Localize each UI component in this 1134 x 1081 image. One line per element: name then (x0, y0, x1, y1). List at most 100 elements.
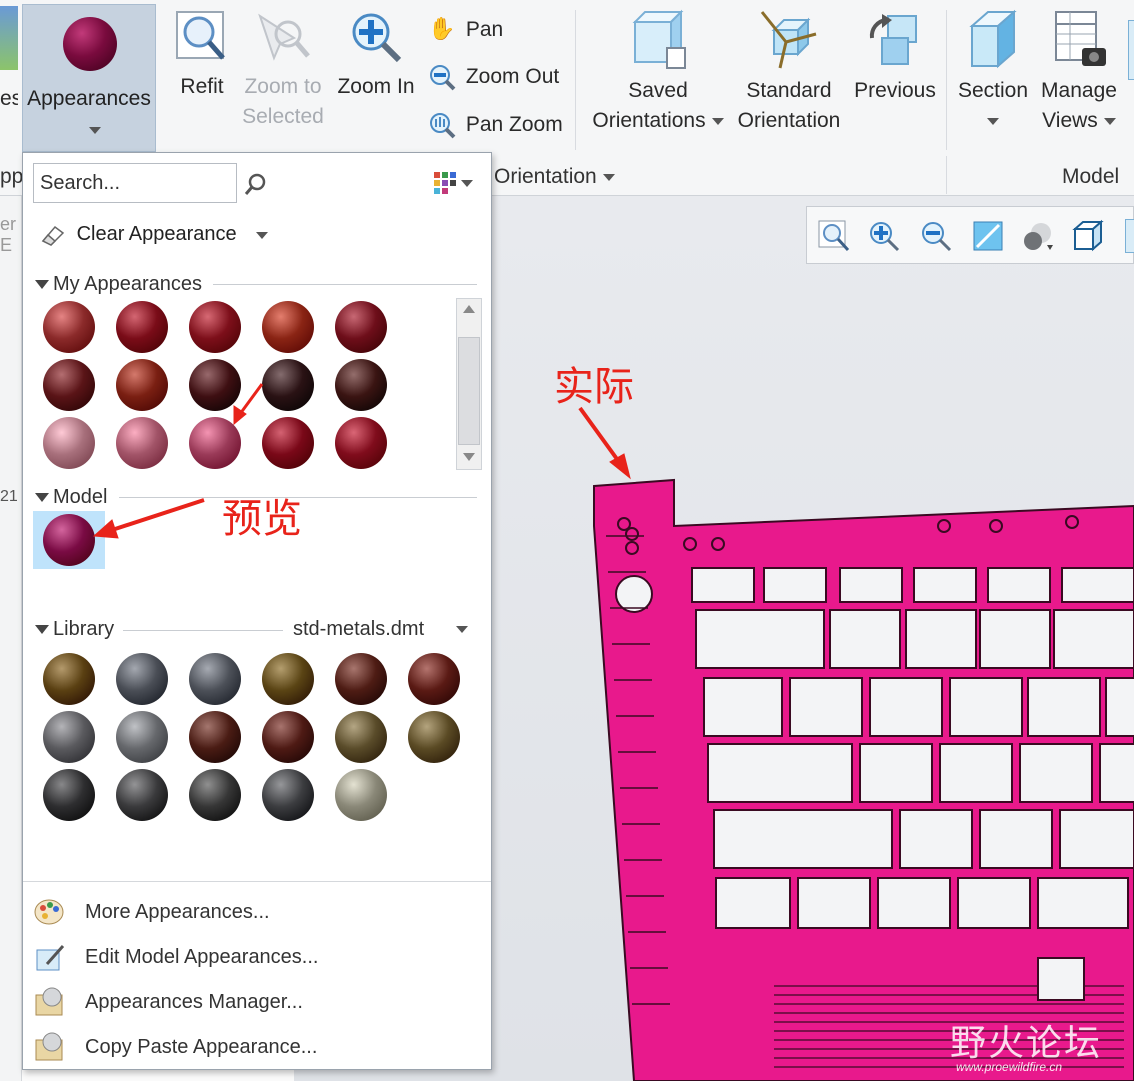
library-swatch[interactable] (189, 769, 241, 821)
library-swatch[interactable] (335, 653, 387, 705)
search-input[interactable]: Search... (33, 163, 237, 203)
library-swatch[interactable] (43, 653, 95, 705)
previous-icon (869, 14, 917, 65)
my-appearances-header[interactable]: My Appearances (35, 273, 202, 296)
pan-zoom-button[interactable]: Pan Zoom (428, 110, 563, 140)
appearance-swatch[interactable] (262, 359, 314, 411)
library-swatch[interactable] (43, 769, 95, 821)
saved-label-1: Saved (628, 79, 688, 102)
refit-icon[interactable] (817, 219, 851, 253)
appearance-swatch[interactable] (335, 359, 387, 411)
standard-orientation-button[interactable]: Standard Orientation (734, 8, 844, 136)
manage-label-2: Views (1042, 109, 1098, 132)
watermark: 野火论坛 www.proewildfire.cn (950, 1014, 1134, 1081)
appearance-swatch[interactable] (335, 417, 387, 469)
partial-right-icon[interactable] (1128, 20, 1134, 150)
model-label: Model (53, 486, 108, 508)
appearance-swatch[interactable] (262, 301, 314, 353)
chevron-down-icon[interactable] (256, 231, 269, 239)
library-file-label: std-metals.dmt (293, 618, 425, 640)
model-appearance-swatch[interactable] (43, 514, 95, 566)
zoom-out-button[interactable]: Zoom Out (428, 62, 559, 92)
copy-paste-appearance-item[interactable]: Copy Paste Appearance... (85, 1036, 317, 1059)
zoom-to-selected-button[interactable]: Zoom to Selected (240, 8, 326, 132)
appearance-swatch[interactable] (189, 301, 241, 353)
pan-button[interactable]: ✋ Pan (428, 14, 503, 45)
zoom-in-icon[interactable] (867, 219, 901, 253)
model-keyboard-frame (593, 478, 1134, 1081)
chevron-down-icon (987, 117, 999, 125)
standard-orientation-icon (760, 11, 817, 69)
appearance-swatch[interactable] (43, 301, 95, 353)
view-toolbar-partial-icon[interactable] (1125, 219, 1134, 253)
library-file-select[interactable]: std-metals.dmt (293, 618, 468, 641)
appearance-swatch[interactable] (189, 359, 241, 411)
saved-orientations-icon (632, 9, 686, 69)
library-swatch[interactable] (43, 711, 95, 763)
library-swatch[interactable] (116, 769, 168, 821)
refit-button[interactable]: Refit (170, 8, 234, 102)
edit-model-appearances-item[interactable]: Edit Model Appearances... (85, 946, 318, 969)
appearance-swatch[interactable] (43, 417, 95, 469)
saved-label-2: Orientations (592, 109, 706, 132)
appearance-swatch[interactable] (189, 417, 241, 469)
library-swatch[interactable] (189, 711, 241, 763)
zoom-in-button[interactable]: Zoom In (334, 8, 418, 102)
display-style-icon[interactable] (1021, 219, 1055, 253)
appearances-button[interactable]: Appearances (22, 4, 156, 152)
zoom-out-icon[interactable] (919, 219, 953, 253)
pan-zoom-label: Pan Zoom (465, 113, 563, 136)
previous-label: Previous (854, 79, 936, 102)
library-swatch[interactable] (262, 769, 314, 821)
appearance-swatch[interactable] (335, 301, 387, 353)
clear-appearance-button[interactable]: Clear Appearance (39, 223, 269, 247)
zoom-out-label: Zoom Out (465, 65, 560, 88)
saved-views-icon[interactable] (1071, 219, 1105, 253)
library-swatch[interactable] (262, 653, 314, 705)
library-swatch[interactable] (335, 769, 387, 821)
manage-views-button[interactable]: Manage Views (1036, 8, 1122, 136)
ribbon-divider (946, 156, 947, 194)
model-tree-strip: er E 21 (0, 196, 22, 1081)
library-swatch[interactable] (335, 711, 387, 763)
library-swatch[interactable] (408, 711, 460, 763)
scroll-thumb[interactable] (458, 337, 480, 445)
appearance-swatch[interactable] (262, 417, 314, 469)
annotation-actual: 实际 (554, 364, 634, 410)
library-header[interactable]: Library (35, 618, 114, 641)
chevron-down-icon[interactable] (89, 127, 101, 134)
refit-icon (176, 11, 225, 60)
previous-button[interactable]: Previous (852, 8, 938, 106)
section-divider (213, 284, 477, 285)
left-fragment-1: er E (0, 214, 17, 255)
edit-appearance-icon (36, 945, 65, 971)
library-swatch[interactable] (189, 653, 241, 705)
zoom-out-icon (430, 65, 456, 91)
appearance-swatch[interactable] (43, 359, 95, 411)
filter-options-button[interactable] (433, 171, 477, 197)
group-model-display: Model D (1062, 165, 1120, 226)
appearance-swatch[interactable] (116, 417, 168, 469)
copy-paste-appearance-icon (35, 1032, 63, 1061)
annotation-preview: 预览 (222, 496, 302, 542)
library-swatch[interactable] (408, 653, 460, 705)
scroll-down-icon[interactable] (463, 453, 475, 461)
appearance-swatch[interactable] (116, 301, 168, 353)
library-swatch[interactable] (116, 711, 168, 763)
saved-orientations-button[interactable]: Saved Orientations (588, 8, 728, 136)
appearance-swatch[interactable] (116, 359, 168, 411)
my-appearances-scrollbar[interactable] (456, 298, 482, 470)
chevron-down-icon (711, 117, 724, 125)
model-header[interactable]: Model (35, 486, 107, 509)
group-orientation[interactable]: Orientation (494, 158, 615, 196)
repaint-icon[interactable] (971, 219, 1005, 253)
partial-left-button[interactable]: es (0, 0, 18, 150)
library-swatch[interactable] (116, 653, 168, 705)
section-button[interactable]: Section (954, 8, 1032, 136)
search-icon[interactable] (243, 171, 269, 197)
more-appearances-item[interactable]: More Appearances... (85, 901, 270, 924)
appearances-manager-item[interactable]: Appearances Manager... (85, 991, 303, 1014)
library-swatch[interactable] (262, 711, 314, 763)
scroll-up-icon[interactable] (463, 305, 475, 313)
appearances-label: Appearances (27, 87, 151, 110)
